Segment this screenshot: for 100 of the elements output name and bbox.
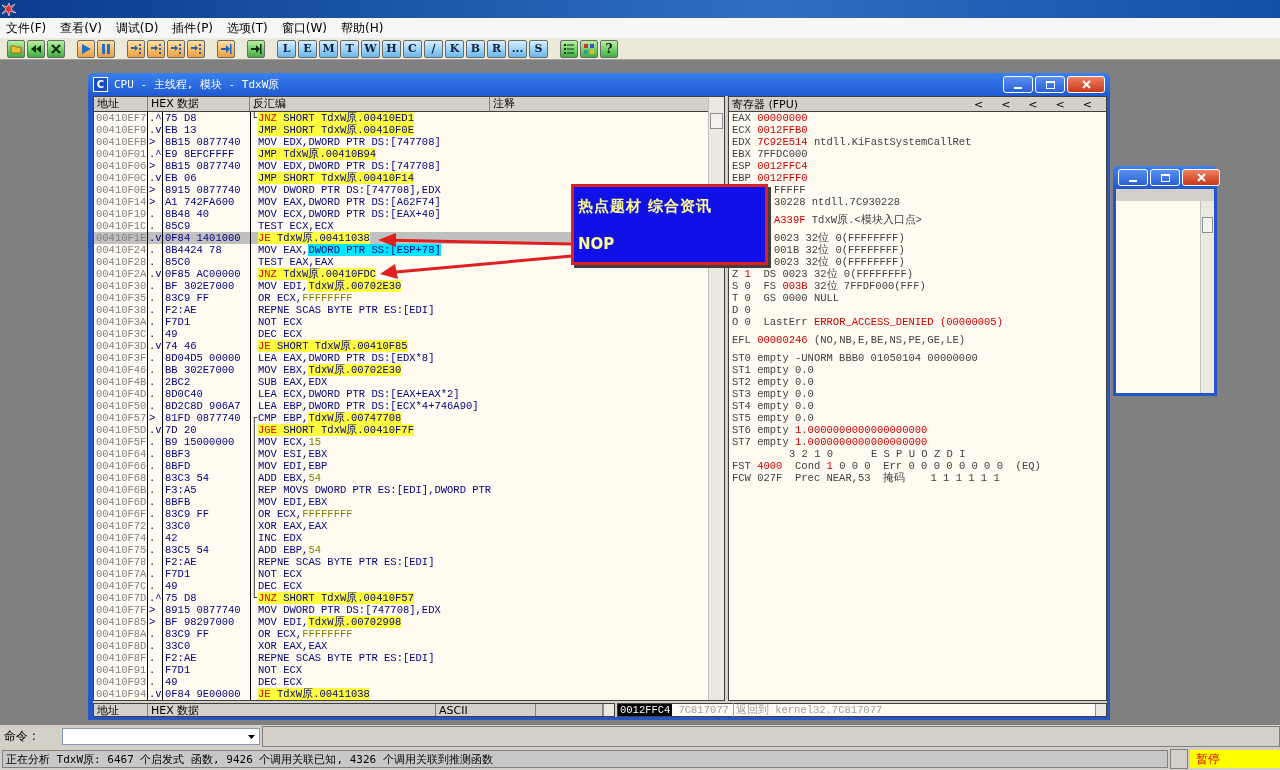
- disasm-row[interactable]: 00410F8A . 83C9 FF OR ECX,FFFFFFFF: [94, 628, 708, 640]
- toolbar-button[interactable]: K: [445, 39, 464, 58]
- toolbar-button[interactable]: C: [403, 39, 422, 58]
- scrollbar[interactable]: [1200, 201, 1214, 393]
- disasm-row[interactable]: 00410F0C .v EB 06 JMP SHORT TdxW原.00410F14: [94, 172, 708, 184]
- disasm-row[interactable]: 00410F74 . 42 │INC EDX: [94, 532, 708, 544]
- scroll-left-button[interactable]: <: [1028, 97, 1038, 111]
- toolbar-button[interactable]: [47, 39, 65, 58]
- disasm-row[interactable]: 00410F5F . B9 15000000 │MOV ECX,15: [94, 436, 708, 448]
- disasm-row[interactable]: 00410EFB > 8B15 0877740 MOV EDX,DWORD PTR DS:[747708]: [94, 136, 708, 148]
- toolbar-button[interactable]: L: [277, 39, 296, 58]
- close-button[interactable]: [1067, 76, 1105, 93]
- jump-mark: .: [148, 364, 157, 376]
- disasm-row[interactable]: 00410F2A .v 0F85 AC00000 JNZ TdxW原.00410FDC: [94, 268, 708, 280]
- disassembly-cell: DEC ECX: [258, 580, 303, 592]
- disasm-row[interactable]: 00410F7C . 49 │DEC ECX: [94, 580, 708, 592]
- column-header[interactable]: ASCII: [436, 704, 536, 716]
- disasm-row[interactable]: 00410F7F > 8915 0877740 MOV DWORD PTR DS:[747708],EDX: [94, 604, 708, 616]
- disasm-row[interactable]: 00410F75 . 83C5 54 │ADD EBP,54: [94, 544, 708, 556]
- disasm-row[interactable]: 00410F93 . 49 DEC ECX: [94, 676, 708, 688]
- disasm-row[interactable]: 00410F4D . 8D0C40 LEA ECX,DWORD PTR DS:[EAX+EAX*2]: [94, 388, 708, 400]
- scroll-left-button[interactable]: <: [1082, 97, 1092, 111]
- disasm-row[interactable]: 00410F06 > 8B15 0877740 MOV EDX,DWORD PTR DS:[747708]: [94, 160, 708, 172]
- scroll-thumb[interactable]: [1202, 217, 1213, 233]
- column-header[interactable]: HEX 数据: [148, 97, 250, 111]
- disasm-row[interactable]: 00410F46 . BB 302E7000 MOV EBX,TdxW原.00702E30: [94, 364, 708, 376]
- disasm-row[interactable]: 00410F5D .v 7D 20 │JGE SHORT TdxW原.00410F7F: [94, 424, 708, 436]
- scroll-left-button[interactable]: <: [1001, 97, 1011, 111]
- address-cell: 00410F4B: [94, 376, 148, 388]
- toolbar-button[interactable]: E: [298, 39, 317, 58]
- disasm-row[interactable]: 00410EF9 .v EB 13 JMP SHORT TdxW原.00410F0E: [94, 124, 708, 136]
- disasm-row[interactable]: 00410F8D . 33C0 XOR EAX,EAX: [94, 640, 708, 652]
- minimize-button[interactable]: [1003, 76, 1033, 93]
- disasm-row[interactable]: 00410F0E > 8915 0877740 MOV DWORD PTR DS:[747708],EDX: [94, 184, 708, 196]
- disasm-row[interactable]: 00410F28 . 85C0 TEST EAX,EAX: [94, 256, 708, 268]
- disasm-row[interactable]: 00410F68 . 83C3 54 │ADD EBX,54: [94, 472, 708, 484]
- disasm-row[interactable]: 00410EF7 .^ 75 D8 └JNZ SHORT TdxW原.00410ED1: [94, 112, 708, 124]
- toolbar-button[interactable]: T: [340, 39, 359, 58]
- toolbar-button[interactable]: W: [361, 39, 380, 58]
- menu-item[interactable]: 查看(V): [58, 19, 114, 37]
- jump-mark: .: [148, 676, 157, 688]
- minimize-button[interactable]: [1118, 169, 1148, 186]
- toolbar-button[interactable]: [247, 39, 265, 58]
- maximize-button[interactable]: [1035, 76, 1065, 93]
- disasm-row[interactable]: 00410F64 . 8BF3 │MOV ESI,EBX: [94, 448, 708, 460]
- disasm-row[interactable]: 00410F85 > BF 98297000 MOV EDI,TdxW原.00702998: [94, 616, 708, 628]
- disassembly-cell: JE TdxW原.00411038: [258, 232, 370, 244]
- disasm-row[interactable]: 00410F38 . F2:AE REPNE SCAS BYTE PTR ES:[EDI]: [94, 304, 708, 316]
- scroll-arrows[interactable]: [603, 704, 614, 716]
- toolbar-button[interactable]: [27, 39, 45, 58]
- command-dropdown[interactable]: [62, 728, 260, 745]
- menu-item[interactable]: 插件(P): [170, 19, 226, 37]
- scroll-arrows[interactable]: [1095, 704, 1106, 716]
- toolbar-button[interactable]: H: [382, 39, 401, 58]
- toolbar-button[interactable]: B: [466, 39, 485, 58]
- maximize-button[interactable]: [1150, 169, 1180, 186]
- disasm-row[interactable]: 00410F66 . 8BFD │MOV EDI,EBP: [94, 460, 708, 472]
- disasm-row[interactable]: 00410F72 . 33C0 │XOR EAX,EAX: [94, 520, 708, 532]
- menu-item[interactable]: 帮助(H): [339, 19, 396, 37]
- column-header[interactable]: 地址: [94, 97, 148, 111]
- disasm-row[interactable]: 00410F6D . 8BFB │MOV EDI,EBX: [94, 496, 708, 508]
- toolbar-button[interactable]: R: [487, 39, 506, 58]
- column-header[interactable]: 地址: [94, 704, 148, 716]
- menu-item[interactable]: 窗口(W): [279, 19, 339, 37]
- disasm-row[interactable]: 00410F50 . 8D2C8D 906A7 LEA EBP,DWORD PTR DS:[ECX*4+746A90]: [94, 400, 708, 412]
- disasm-row[interactable]: 00410F35 . 83C9 FF OR ECX,FFFFFFFF: [94, 292, 708, 304]
- disasm-row[interactable]: 00410F6F . 83C9 FF │OR ECX,FFFFFFFF: [94, 508, 708, 520]
- toolbar-button[interactable]: M: [319, 39, 338, 58]
- command-field[interactable]: [262, 726, 1280, 747]
- scroll-left-button[interactable]: <: [1055, 97, 1065, 111]
- disasm-row[interactable]: 00410F3D .v 74 46 JE SHORT TdxW原.00410F85: [94, 340, 708, 352]
- scroll-left-button[interactable]: <: [973, 97, 984, 111]
- disasm-row[interactable]: 00410F7D .^ 75 D8 └JNZ SHORT TdxW原.00410F57: [94, 592, 708, 604]
- disasm-row[interactable]: 00410F7A . F7D1 │NOT ECX: [94, 568, 708, 580]
- disasm-row[interactable]: 00410F01 .^ E9 8EFCFFFF JMP TdxW原.00410B94: [94, 148, 708, 160]
- toolbar-button[interactable]: [560, 39, 578, 58]
- disasm-row[interactable]: 00410F6B . F3:A5 │REP MOVS DWORD PTR ES:[EDI],DWORD PTR: [94, 484, 708, 496]
- toolbar-button[interactable]: /: [424, 39, 443, 58]
- disasm-row[interactable]: 00410F3C . 49 DEC ECX: [94, 328, 708, 340]
- column-header[interactable]: HEX 数据: [148, 704, 436, 716]
- toolbar-button[interactable]: S: [529, 39, 548, 58]
- disasm-row[interactable]: 00410F94 .v 0F84 9E00000 JE TdxW原.00411038: [94, 688, 708, 700]
- toolbar-button[interactable]: ...: [508, 39, 527, 58]
- menu-item[interactable]: 调试(D): [113, 19, 171, 37]
- column-header[interactable]: 反汇编: [250, 97, 490, 111]
- close-button[interactable]: [1182, 169, 1220, 186]
- disasm-row[interactable]: 00410F3F . 8D04D5 00000 LEA EAX,DWORD PTR DS:[EDX*8]: [94, 352, 708, 364]
- disasm-row[interactable]: 00410F91 . F7D1 NOT ECX: [94, 664, 708, 676]
- scroll-thumb[interactable]: [710, 113, 723, 129]
- disasm-row[interactable]: 00410F3A . F7D1 NOT ECX: [94, 316, 708, 328]
- disasm-row[interactable]: 00410F4B . 2BC2 SUB EAX,EDX: [94, 376, 708, 388]
- menu-item[interactable]: 选项(T): [225, 19, 280, 37]
- column-header[interactable]: 注释: [490, 97, 708, 111]
- disasm-row[interactable]: 00410F8F . F2:AE REPNE SCAS BYTE PTR ES:[EDI]: [94, 652, 708, 664]
- stack-address[interactable]: 0012FFC4: [618, 704, 673, 716]
- help-button[interactable]: ?: [600, 39, 618, 58]
- disasm-row[interactable]: 00410F30 . BF 302E7000 MOV EDI,TdxW原.00702E30: [94, 280, 708, 292]
- toolbar-button[interactable]: [580, 39, 598, 58]
- menu-item[interactable]: 文件(F): [4, 19, 59, 37]
- disasm-row[interactable]: 00410F78 . F2:AE │REPNE SCAS BYTE PTR ES:[EDI]: [94, 556, 708, 568]
